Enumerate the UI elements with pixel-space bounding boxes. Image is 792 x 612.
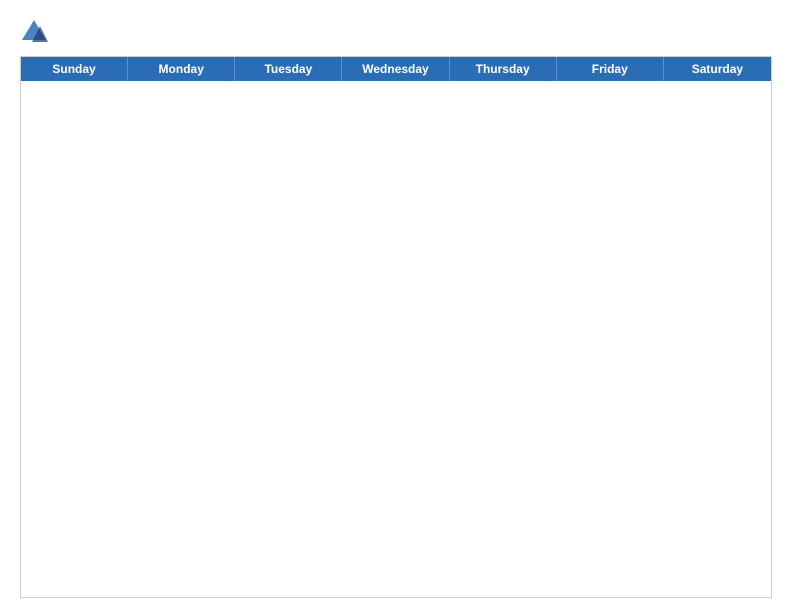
header — [20, 18, 772, 46]
calendar: SundayMondayTuesdayWednesdayThursdayFrid… — [20, 56, 772, 598]
day-header: Monday — [128, 57, 235, 81]
logo — [20, 18, 52, 46]
day-headers: SundayMondayTuesdayWednesdayThursdayFrid… — [21, 57, 771, 81]
day-header: Wednesday — [342, 57, 449, 81]
day-header: Thursday — [450, 57, 557, 81]
day-header: Saturday — [664, 57, 771, 81]
logo-icon — [20, 18, 48, 46]
day-header: Friday — [557, 57, 664, 81]
page: SundayMondayTuesdayWednesdayThursdayFrid… — [0, 0, 792, 612]
calendar-body — [21, 81, 771, 597]
day-header: Sunday — [21, 57, 128, 81]
day-header: Tuesday — [235, 57, 342, 81]
